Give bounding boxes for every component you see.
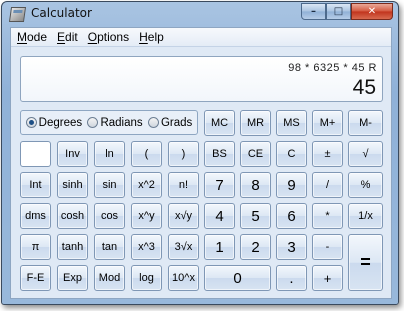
- cosh-button[interactable]: cosh: [57, 203, 88, 229]
- pi-button[interactable]: π: [20, 234, 51, 260]
- fe-button[interactable]: F-E: [20, 265, 51, 291]
- mc-button[interactable]: MC: [204, 110, 235, 136]
- radians-radio[interactable]: [87, 117, 99, 128]
- percent-button[interactable]: %: [348, 172, 383, 198]
- digit-7-button[interactable]: 7: [204, 172, 235, 198]
- x-squared-button[interactable]: x^2: [131, 172, 162, 198]
- factorial-button[interactable]: n!: [168, 172, 199, 198]
- angle-unit-group: Degrees Radians Grads: [20, 110, 198, 135]
- cos-button[interactable]: cos: [94, 203, 125, 229]
- m-minus-button[interactable]: M-: [348, 110, 383, 136]
- caption-buttons: – □ ✕: [301, 3, 393, 21]
- digit-6-button[interactable]: 6: [276, 203, 307, 229]
- backspace-button[interactable]: BS: [204, 141, 235, 167]
- result-value: 45: [352, 76, 376, 99]
- reciprocal-button[interactable]: 1/x: [348, 203, 383, 229]
- close-button[interactable]: ✕: [351, 3, 393, 20]
- digit-5-button[interactable]: 5: [240, 203, 271, 229]
- menu-help[interactable]: Help: [136, 30, 171, 44]
- tanh-button[interactable]: tanh: [57, 234, 88, 260]
- sqrt-button[interactable]: √: [348, 141, 383, 167]
- mod-button[interactable]: Mod: [94, 265, 125, 291]
- digit-3-button[interactable]: 3: [276, 234, 307, 260]
- log-button[interactable]: log: [131, 265, 162, 291]
- digit-1-button[interactable]: 1: [204, 234, 235, 260]
- clear-button[interactable]: C: [276, 141, 307, 167]
- cube-root-button[interactable]: 3√x: [168, 234, 199, 260]
- minimize-button[interactable]: –: [301, 3, 326, 20]
- menu-bar: Mode Edit Options Help: [11, 28, 391, 47]
- divide-button[interactable]: /: [312, 172, 343, 198]
- menu-edit[interactable]: Edit: [54, 30, 85, 44]
- display-panel: 98 * 6325 * 45 R 45: [20, 56, 383, 102]
- grads-radio[interactable]: [147, 117, 159, 128]
- degrees-label: Degrees: [38, 116, 83, 129]
- menu-mode[interactable]: Mode: [14, 30, 54, 44]
- menu-options[interactable]: Options: [85, 30, 136, 44]
- x-cubed-button[interactable]: x^3: [131, 234, 162, 260]
- multiply-button[interactable]: *: [312, 203, 343, 229]
- dms-button[interactable]: dms: [20, 203, 51, 229]
- ms-button[interactable]: MS: [276, 110, 307, 136]
- radians-option[interactable]: Radians: [87, 116, 143, 129]
- decimal-point-button[interactable]: .: [276, 265, 307, 291]
- left-paren-button[interactable]: (: [131, 141, 162, 167]
- exp-button[interactable]: Exp: [57, 265, 88, 291]
- calculator-app-icon: [8, 7, 27, 22]
- degrees-radio[interactable]: [25, 117, 37, 128]
- grads-option[interactable]: Grads: [147, 116, 193, 129]
- m-plus-button[interactable]: M+: [312, 110, 343, 136]
- clear-entry-button[interactable]: CE: [240, 141, 271, 167]
- digit-4-button[interactable]: 4: [204, 203, 235, 229]
- add-button[interactable]: +: [312, 265, 343, 291]
- blank-button[interactable]: [20, 141, 51, 167]
- y-root-x-button[interactable]: x√y: [168, 203, 199, 229]
- calculator-window: Calculator – □ ✕ Mode Edit Options Help …: [1, 1, 399, 305]
- digit-9-button[interactable]: 9: [276, 172, 307, 198]
- int-button[interactable]: Int: [20, 172, 51, 198]
- digit-0-button[interactable]: 0: [204, 265, 271, 291]
- inv-button[interactable]: Inv: [57, 141, 88, 167]
- title-bar[interactable]: Calculator – □ ✕: [2, 2, 398, 26]
- plus-minus-button[interactable]: ±: [312, 141, 343, 167]
- sinh-button[interactable]: sinh: [57, 172, 88, 198]
- right-paren-button[interactable]: ): [168, 141, 199, 167]
- window-title: Calculator: [31, 6, 92, 20]
- ln-button[interactable]: ln: [94, 141, 125, 167]
- x-power-y-button[interactable]: x^y: [131, 203, 162, 229]
- ten-power-x-button[interactable]: 10^x: [168, 265, 199, 291]
- degrees-option[interactable]: Degrees: [25, 116, 83, 129]
- radians-label: Radians: [100, 116, 143, 129]
- expression-line: 98 * 6325 * 45 R: [288, 62, 377, 74]
- subtract-button[interactable]: -: [312, 234, 343, 260]
- digit-8-button[interactable]: 8: [240, 172, 271, 198]
- tan-button[interactable]: tan: [94, 234, 125, 260]
- maximize-button[interactable]: □: [326, 3, 351, 20]
- grads-label: Grads: [160, 116, 193, 129]
- equals-button[interactable]: =: [348, 234, 383, 291]
- sin-button[interactable]: sin: [94, 172, 125, 198]
- digit-2-button[interactable]: 2: [240, 234, 271, 260]
- mr-button[interactable]: MR: [240, 110, 271, 136]
- calculator-body: Mode Edit Options Help 98 * 6325 * 45 R …: [10, 27, 392, 299]
